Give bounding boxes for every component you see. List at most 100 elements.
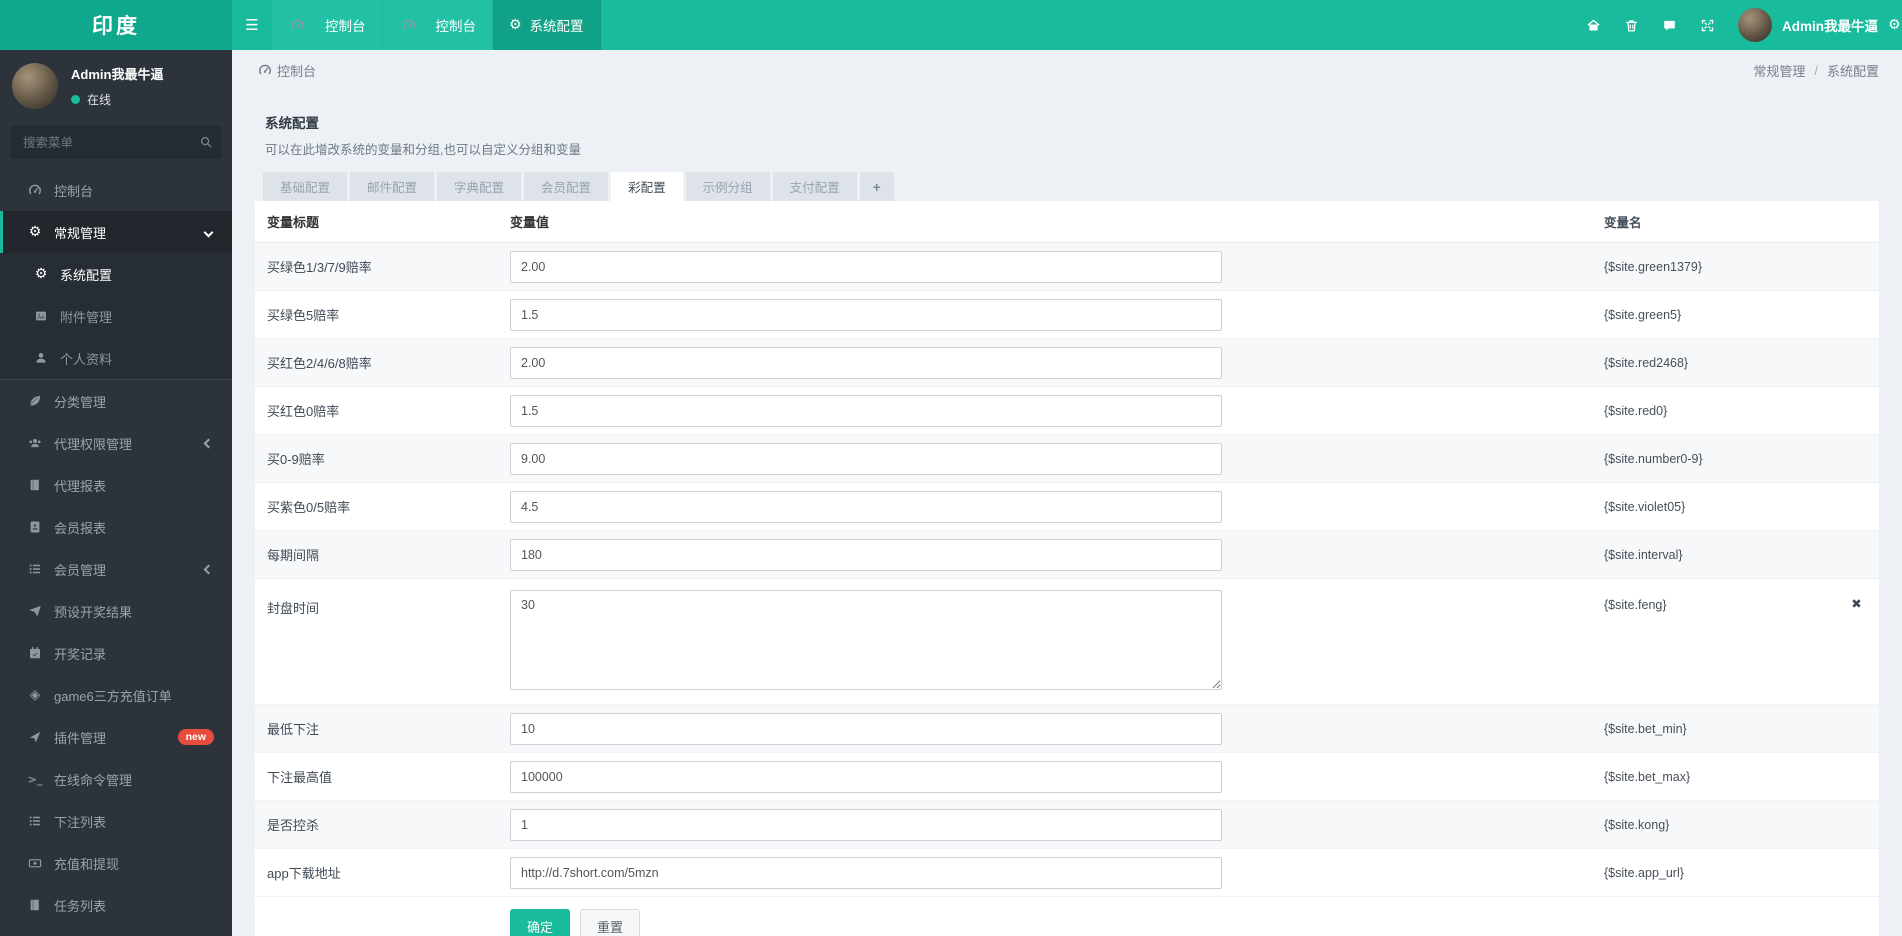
var-title: app下载地址 bbox=[267, 866, 341, 881]
gauge-icon bbox=[399, 18, 419, 32]
home-icon bbox=[1586, 18, 1601, 33]
config-value-input[interactable] bbox=[510, 808, 1222, 841]
column-header: 变量名 bbox=[1604, 216, 1642, 230]
var-name: {$site.number0-9} bbox=[1604, 451, 1703, 466]
topnav-tab-dashboard-1[interactable]: 控制台 bbox=[272, 0, 383, 50]
online-dot-icon bbox=[71, 95, 80, 104]
sidebar-item-attachments[interactable]: 附件管理 bbox=[0, 295, 232, 337]
config-value-input[interactable] bbox=[510, 298, 1222, 331]
sidebar-item-profile[interactable]: 个人资料 bbox=[0, 337, 232, 379]
gauge-icon bbox=[255, 63, 275, 77]
message-button[interactable] bbox=[1650, 18, 1688, 33]
sidebar-item-plugins[interactable]: 插件管理 new bbox=[0, 716, 232, 758]
sidebar-toggle-button[interactable]: ☰ bbox=[232, 0, 272, 50]
breadcrumb-left: 控制台 bbox=[277, 63, 317, 79]
tab-example-group[interactable]: 示例分组 bbox=[685, 172, 770, 201]
gear-icon: ⚙ bbox=[509, 17, 522, 33]
sidebar-item-preset-result[interactable]: 预设开奖结果 bbox=[0, 590, 232, 632]
menu-search-input[interactable] bbox=[10, 126, 222, 159]
config-value-input[interactable] bbox=[510, 442, 1222, 475]
topnav-tab-dashboard-2[interactable]: 控制台 bbox=[382, 0, 493, 50]
sidebar-item-general-manage[interactable]: ⚙ 常规管理 bbox=[0, 211, 232, 253]
config-value-input[interactable] bbox=[510, 346, 1222, 379]
var-name: {$site.kong} bbox=[1604, 817, 1670, 832]
var-title: 买紫色0/5赔率 bbox=[267, 500, 351, 515]
chevron-left-icon bbox=[203, 438, 214, 448]
users-icon bbox=[25, 436, 45, 450]
topnav-tab-label: 控制台 bbox=[435, 19, 477, 34]
config-value-input[interactable] bbox=[510, 394, 1222, 427]
gear-icon[interactable]: ⚙ bbox=[1888, 18, 1902, 32]
main-content: 控制台 常规管理 / 系统配置 系统配置 可以在此增改系统的变量和分组,也可以自… bbox=[232, 50, 1902, 936]
list-icon bbox=[25, 814, 45, 828]
config-value-input[interactable] bbox=[510, 712, 1222, 745]
address-book-icon bbox=[25, 520, 45, 534]
sidebar-item-task-list[interactable]: 任务列表 bbox=[0, 884, 232, 926]
table-row: 是否控杀 {$site.kong} bbox=[255, 801, 1879, 849]
calendar-check-icon bbox=[25, 646, 45, 660]
sidebar-item-agent-auth[interactable]: 代理权限管理 bbox=[0, 422, 232, 464]
fullscreen-button[interactable] bbox=[1688, 18, 1726, 33]
search-icon[interactable] bbox=[199, 135, 213, 149]
column-header: 变量标题 bbox=[267, 215, 320, 230]
var-name: {$site.green5} bbox=[1604, 307, 1682, 322]
delete-variable-icon[interactable]: ✖ bbox=[1851, 598, 1861, 611]
sidebar-user-panel: Admin我最牛逼 在线 bbox=[0, 50, 232, 124]
config-value-input[interactable] bbox=[510, 250, 1222, 283]
sidebar-item-system-config[interactable]: ⚙ 系统配置 bbox=[0, 253, 232, 295]
sidebar-item-member-manage[interactable]: 会员管理 bbox=[0, 548, 232, 590]
sidebar-item-category[interactable]: 分类管理 bbox=[0, 380, 232, 422]
user-status-label: 在线 bbox=[87, 93, 112, 107]
app-logo: 印度 bbox=[0, 0, 232, 50]
tab-basic-config[interactable]: 基础配置 bbox=[263, 172, 348, 201]
sidebar-item-game6-orders[interactable]: ◈ game6三方充值订单 bbox=[0, 674, 232, 716]
submit-button[interactable]: 确定 bbox=[510, 909, 571, 936]
sidebar-item-agent-report[interactable]: 代理报表 bbox=[0, 464, 232, 506]
gauge-icon bbox=[288, 18, 308, 32]
config-value-input[interactable] bbox=[510, 538, 1222, 571]
user-avatar[interactable] bbox=[1738, 8, 1772, 42]
tab-member-config[interactable]: 会员配置 bbox=[524, 172, 609, 201]
gem-icon: ◈ bbox=[29, 687, 41, 703]
table-row: 最低下注 {$site.bet_min} bbox=[255, 705, 1879, 753]
var-name: {$site.red2468} bbox=[1604, 355, 1689, 370]
tab-pay-config[interactable]: 支付配置 bbox=[772, 172, 857, 201]
home-button[interactable] bbox=[1574, 18, 1612, 33]
header-user-name[interactable]: Admin我最牛逼 bbox=[1782, 15, 1878, 35]
sidebar-item-dashboard[interactable]: 控制台 bbox=[0, 169, 232, 211]
new-badge: new bbox=[177, 728, 214, 746]
var-title: 下注最高值 bbox=[267, 770, 333, 785]
avatar[interactable] bbox=[12, 63, 58, 109]
sidebar-user-name: Admin我最牛逼 bbox=[71, 67, 164, 82]
topnav-tab-system-config[interactable]: ⚙ 系统配置 bbox=[493, 0, 601, 50]
var-title: 每期间隔 bbox=[267, 548, 320, 563]
config-value-input[interactable] bbox=[510, 760, 1222, 793]
var-name: {$site.bet_min} bbox=[1604, 721, 1687, 736]
sidebar-item-deposit-withdraw[interactable]: 充值和提现 bbox=[0, 842, 232, 884]
book-icon bbox=[25, 898, 45, 912]
rocket-icon bbox=[25, 730, 45, 744]
var-title: 买绿色1/3/7/9赔率 bbox=[267, 260, 372, 275]
sidebar-item-member-report[interactable]: 会员报表 bbox=[0, 506, 232, 548]
var-name: {$site.red0} bbox=[1604, 403, 1668, 418]
clear-cache-button[interactable] bbox=[1612, 18, 1650, 33]
tab-dict-config[interactable]: 字典配置 bbox=[437, 172, 522, 201]
sidebar: Admin我最牛逼 在线 控制台 ⚙ 常规管理 ⚙ 系统配置 bbox=[0, 50, 232, 936]
gauge-icon bbox=[25, 183, 45, 197]
tab-mail-config[interactable]: 邮件配置 bbox=[350, 172, 435, 201]
sidebar-item-bet-list[interactable]: 下注列表 bbox=[0, 800, 232, 842]
config-value-input[interactable] bbox=[510, 856, 1222, 889]
var-title: 买红色0赔率 bbox=[267, 404, 340, 419]
sidebar-menu: 控制台 ⚙ 常规管理 ⚙ 系统配置 附件管理 个人资料 分类管理 代理权限管理 … bbox=[0, 169, 232, 926]
config-value-input[interactable] bbox=[510, 490, 1222, 523]
reset-button[interactable]: 重置 bbox=[580, 909, 641, 936]
add-group-tab[interactable]: + bbox=[859, 172, 894, 201]
sidebar-item-draw-record[interactable]: 开奖记录 bbox=[0, 632, 232, 674]
config-tabs: 基础配置 邮件配置 字典配置 会员配置 彩配置 示例分组 支付配置 + bbox=[255, 158, 1879, 201]
topnav-tab-label: 系统配置 bbox=[529, 19, 584, 34]
tab-lottery-config[interactable]: 彩配置 bbox=[611, 172, 683, 201]
sidebar-item-online-command[interactable]: >_ 在线命令管理 bbox=[0, 758, 232, 800]
config-value-textarea[interactable]: 30 bbox=[510, 590, 1222, 690]
var-title: 买0-9赔率 bbox=[267, 452, 325, 467]
topnav-tab-label: 控制台 bbox=[325, 19, 366, 34]
